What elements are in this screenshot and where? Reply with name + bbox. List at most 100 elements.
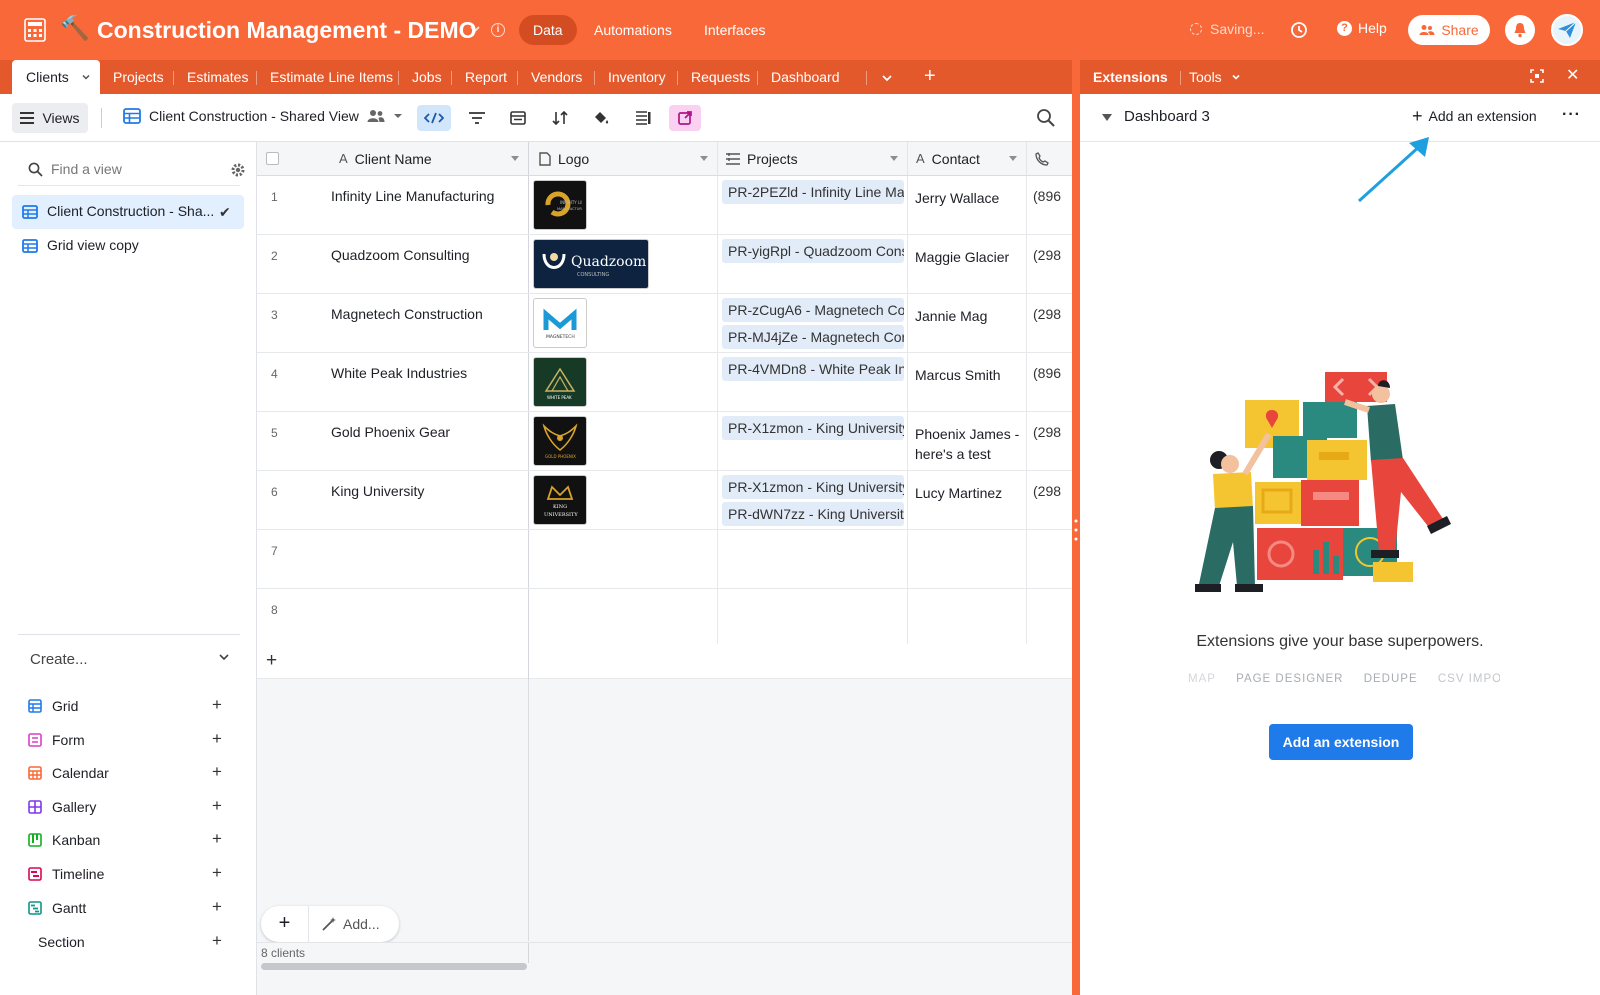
client-name-cell[interactable]: King University (331, 471, 529, 529)
help-button[interactable]: ? Help (1337, 20, 1387, 36)
close-icon[interactable]: ✕ (1566, 66, 1579, 86)
views-toggle-button[interactable]: Views (12, 103, 88, 133)
logo-cell[interactable]: INFINITY LINE MANUFACTURING (529, 176, 718, 234)
phone-cell[interactable]: (896 (1027, 353, 1072, 411)
table-row[interactable]: 3 Magnetech Construction MAGNETECH PR-zC… (257, 294, 1072, 353)
create-form[interactable]: Form + (28, 729, 228, 751)
more-options-icon[interactable]: ··· (1562, 106, 1581, 124)
phone-cell[interactable]: (298 (1027, 235, 1072, 293)
contact-cell[interactable]: Lucy Martinez (908, 471, 1027, 529)
logo-thumbnail[interactable]: WHITE PEAK (533, 357, 587, 407)
client-name-cell[interactable]: Quadzoom Consulting (331, 235, 529, 293)
create-gallery[interactable]: Gallery + (28, 796, 228, 818)
view-item-grid-view-copy[interactable]: Grid view copy (12, 229, 244, 263)
logo-cell[interactable] (529, 589, 718, 647)
tab-vendors[interactable]: Vendors (531, 60, 582, 94)
column-menu-icon[interactable] (890, 156, 898, 161)
contact-cell[interactable] (908, 530, 1027, 588)
history-icon[interactable] (1290, 21, 1308, 39)
tab-clients[interactable]: Clients (12, 60, 100, 94)
horizontal-scrollbar[interactable] (261, 963, 527, 970)
client-name-cell[interactable]: White Peak Industries (331, 353, 529, 411)
logo-cell[interactable]: WHITE PEAK (529, 353, 718, 411)
view-item-client-construction[interactable]: Client Construction - Sha... ✔ (12, 195, 244, 229)
tab-inventory[interactable]: Inventory (608, 60, 666, 94)
chevron-down-icon[interactable] (468, 22, 482, 36)
logo-thumbnail[interactable]: KING UNIVERSITY (533, 475, 587, 525)
create-kanban[interactable]: Kanban + (28, 829, 228, 851)
project-chip[interactable]: PR-X1zmon - King University, (722, 416, 904, 440)
header-logo[interactable]: Logo (529, 142, 718, 176)
table-row[interactable]: 1 Infinity Line Manufacturing INFINITY L… (257, 176, 1072, 235)
add-extension-button[interactable]: Add an extension (1269, 724, 1413, 760)
phone-cell[interactable] (1027, 589, 1072, 647)
create-section[interactable]: Section + (38, 931, 238, 953)
logo-cell[interactable]: Quadzoom CONSULTING (529, 235, 718, 293)
table-row[interactable]: 7 (257, 530, 1072, 589)
tab-estimate-line-items[interactable]: Estimate Line Items (270, 60, 393, 94)
project-chip[interactable]: PR-dWN7zz - King University (722, 502, 904, 526)
client-name-cell[interactable] (331, 530, 529, 588)
color-button[interactable] (590, 107, 612, 129)
project-chip[interactable]: PR-2PEZld - Infinity Line Man (722, 180, 904, 204)
add-extension-link[interactable]: + Add an extension (1412, 107, 1537, 125)
info-icon[interactable]: i (491, 23, 505, 37)
project-chip[interactable]: PR-MJ4jZe - Magnetech Cons (722, 325, 904, 349)
tab-extensions[interactable]: Extensions (1093, 69, 1168, 85)
client-name-cell[interactable] (331, 589, 529, 647)
share-button[interactable]: Share (1408, 15, 1490, 45)
row-height-button[interactable] (632, 107, 654, 129)
logo-thumbnail[interactable]: MAGNETECH (533, 298, 587, 348)
client-name-cell[interactable]: Infinity Line Manufacturing (331, 176, 529, 234)
contact-cell[interactable]: Phoenix James - here's a test (908, 412, 1027, 470)
header-contact[interactable]: A Contact (908, 142, 1027, 176)
logo-cell[interactable]: GOLD PHOENIX (529, 412, 718, 470)
dashboard-title[interactable]: Dashboard 3 (1124, 108, 1210, 125)
header-client-name[interactable]: A Client Name (331, 142, 529, 176)
app-grid-icon[interactable] (24, 18, 46, 42)
table-row[interactable]: 6 King University KING UNIVERSITY PR-X1zm… (257, 471, 1072, 530)
phone-cell[interactable]: (298 (1027, 294, 1072, 352)
add-record-button[interactable]: + (261, 906, 309, 942)
create-timeline[interactable]: Timeline + (28, 863, 228, 885)
chevron-down-icon[interactable] (81, 72, 91, 82)
contact-cell[interactable]: Jerry Wallace (908, 176, 1027, 234)
logo-thumbnail[interactable]: GOLD PHOENIX (533, 416, 587, 466)
table-row[interactable]: 2 Quadzoom Consulting Quadzoom CONSULTING… (257, 235, 1072, 294)
client-name-cell[interactable]: Gold Phoenix Gear (331, 412, 529, 470)
column-menu-icon[interactable] (511, 156, 519, 161)
collapse-caret-icon[interactable] (1102, 114, 1112, 121)
contact-cell[interactable]: Marcus Smith (908, 353, 1027, 411)
logo-thumbnail[interactable]: Quadzoom CONSULTING (533, 239, 649, 289)
contact-cell[interactable]: Maggie Glacier (908, 235, 1027, 293)
more-tables-icon[interactable] (880, 71, 894, 85)
header-phone[interactable] (1027, 142, 1072, 176)
tab-dashboard[interactable]: Dashboard (771, 60, 840, 94)
create-calendar[interactable]: Calendar + (28, 762, 228, 784)
add-table-icon[interactable]: + (924, 64, 936, 88)
column-menu-icon[interactable] (700, 156, 708, 161)
notifications-button[interactable] (1505, 15, 1535, 45)
contact-cell[interactable]: Jannie Mag (908, 294, 1027, 352)
tab-jobs[interactable]: Jobs (412, 60, 442, 94)
current-view-selector[interactable]: Client Construction - Shared View (123, 108, 403, 124)
avatar[interactable] (1551, 14, 1583, 46)
phone-cell[interactable]: (298 (1027, 471, 1072, 529)
contact-cell[interactable] (908, 589, 1027, 647)
logo-cell[interactable] (529, 530, 718, 588)
projects-cell[interactable]: PR-4VMDn8 - White Peak Ind (718, 353, 908, 411)
nav-interfaces[interactable]: Interfaces (690, 15, 779, 45)
project-chip[interactable]: PR-zCugA6 - Magnetech Con (722, 298, 904, 322)
tab-report[interactable]: Report (465, 60, 507, 94)
project-chip[interactable]: PR-yigRpl - Quadzoom Consu (722, 239, 904, 263)
fullscreen-icon[interactable] (1530, 69, 1544, 83)
base-title[interactable]: Construction Management - DEMO (97, 15, 477, 45)
tab-tools[interactable]: Tools (1189, 69, 1241, 85)
header-projects[interactable]: Projects (718, 142, 908, 176)
create-grid[interactable]: Grid + (28, 695, 228, 717)
tab-estimates[interactable]: Estimates (187, 60, 248, 94)
phone-cell[interactable]: (896 (1027, 176, 1072, 234)
projects-cell[interactable]: PR-X1zmon - King University, PR-dWN7zz -… (718, 471, 908, 529)
filter-button[interactable] (466, 107, 488, 129)
project-chip[interactable]: PR-4VMDn8 - White Peak Ind (722, 357, 904, 381)
